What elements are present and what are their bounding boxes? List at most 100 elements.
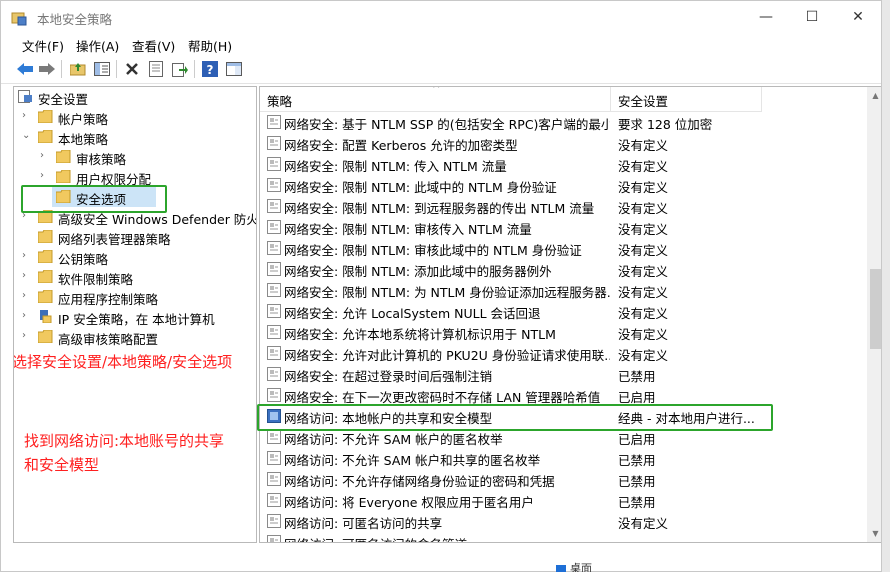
navigation-tree-pane[interactable]: 安全设置 › 帐户策略 ⌄ 本地策略 › 审核策略 › 用户权限分配 安全选项 … [13,86,257,543]
policy-list-pane[interactable]: 策略 ^ 安全设置 网络安全: 基于 NTLM SSP 的(包括安全 RPC)客… [259,86,881,543]
panel-icon[interactable] [224,59,244,79]
close-button[interactable]: ✕ [835,1,881,33]
delete-icon[interactable] [122,59,142,79]
policy-row[interactable]: 网络安全: 允许对此计算机的 PKU2U 身份验证请求使用联... 没有定义 [260,343,866,364]
policy-name: 网络安全: 限制 NTLM: 为 NTLM 身份验证添加远程服务器... [284,285,610,300]
policy-row[interactable]: 网络访问: 将 Everyone 权限应用于匿名用户 已禁用 [260,490,866,511]
policy-setting: 没有定义 [618,264,669,279]
title-bar[interactable]: 本地安全策略 — ☐ ✕ [1,1,881,33]
chevron-right-icon[interactable]: › [40,150,50,162]
chevron-right-icon[interactable]: › [22,110,32,122]
policy-row[interactable]: 网络安全: 限制 NTLM: 审核传入 NTLM 流量 没有定义 [260,217,866,238]
policy-row[interactable]: 网络安全: 允许本地系统将计算机标识用于 NTLM 没有定义 [260,322,866,343]
policy-icon [267,136,281,150]
policy-name: 网络安全: 限制 NTLM: 添加此域中的服务器例外 [284,264,552,279]
policy-setting: 没有定义 [618,222,669,237]
chevron-right-icon[interactable]: › [22,310,32,322]
policy-row[interactable]: 网络安全: 在超过登录时间后强制注销 已禁用 [260,364,866,385]
policy-row[interactable]: 网络安全: 在下一次更改密码时不存储 LAN 管理器哈希值 已启用 [260,385,866,406]
policy-icon [267,325,281,339]
folder-icon [38,230,53,243]
policy-name: 网络访问: 不允许存储网络身份验证的密码和凭据 [284,474,555,489]
policy-icon [267,304,281,318]
properties-icon[interactable] [146,59,166,79]
back-icon[interactable] [15,59,35,79]
chevron-right-icon[interactable]: › [22,330,32,342]
chevron-right-icon[interactable]: › [22,290,32,302]
policy-setting: 已禁用 [618,369,656,384]
policy-row[interactable]: 网络安全: 限制 NTLM: 此域中的 NTLM 身份验证 没有定义 [260,175,866,196]
policy-row[interactable]: 网络访问: 可匿名访问的命名管道 [260,532,866,542]
policy-row[interactable]: 网络访问: 不允许存储网络身份验证的密码和凭据 已禁用 [260,469,866,490]
policy-icon [267,367,281,381]
annotation-step2-line1: 找到网络访问:本地账号的共享 [24,432,225,450]
folder-icon [38,270,53,283]
folder-icon [56,170,71,183]
scroll-up-icon[interactable]: ▲ [867,87,881,104]
help-icon[interactable]: ? [200,59,220,79]
policy-row[interactable]: 网络安全: 限制 NTLM: 传入 NTLM 流量 没有定义 [260,154,866,175]
highlight-box-sharing-model [257,404,773,431]
policy-name: 网络安全: 允许对此计算机的 PKU2U 身份验证请求使用联... [284,348,610,363]
policy-row[interactable]: 网络安全: 限制 NTLM: 到远程服务器的传出 NTLM 流量 没有定义 [260,196,866,217]
chevron-right-icon[interactable]: › [22,270,32,282]
folder-icon [38,250,53,263]
forward-icon[interactable] [37,59,57,79]
policy-name: 网络安全: 配置 Kerberos 允许的加密类型 [284,138,518,153]
policy-name: 网络安全: 限制 NTLM: 到远程服务器的传出 NTLM 流量 [284,201,595,216]
policy-name: 网络安全: 限制 NTLM: 此域中的 NTLM 身份验证 [284,180,557,195]
sort-caret-icon: ^ [432,86,441,95]
scroll-down-icon[interactable]: ▼ [867,525,881,542]
policy-name: 网络安全: 在超过登录时间后强制注销 [284,369,493,384]
policy-row[interactable]: 网络安全: 允许 LocalSystem NULL 会话回退 没有定义 [260,301,866,322]
policy-row[interactable]: 网络访问: 不允许 SAM 帐户和共享的匿名枚举 已禁用 [260,448,866,469]
show-hide-tree-icon[interactable] [92,59,112,79]
export-icon[interactable] [170,59,190,79]
policy-icon [267,472,281,486]
policy-icon [267,535,281,542]
policy-setting: 已禁用 [618,495,656,510]
toolbar-separator [61,60,62,78]
folder-icon [38,330,53,343]
policy-name: 网络访问: 不允许 SAM 帐户的匿名枚举 [284,432,503,447]
chevron-down-icon[interactable]: ⌄ [22,130,32,142]
policy-row[interactable]: 网络安全: 限制 NTLM: 审核此域中的 NTLM 身份验证 没有定义 [260,238,866,259]
policy-setting: 没有定义 [618,180,669,195]
toolbar-separator [116,60,117,78]
policy-icon [267,514,281,528]
policy-setting: 没有定义 [618,138,669,153]
policy-row[interactable]: 网络安全: 基于 NTLM SSP 的(包括安全 RPC)客户端的最小... 要求… [260,112,866,133]
folder-icon [38,110,53,123]
policy-setting: 已禁用 [618,453,656,468]
chevron-right-icon[interactable]: › [40,170,50,182]
minimize-button[interactable]: — [743,1,789,33]
up-folder-icon[interactable] [68,59,88,79]
maximize-button[interactable]: ☐ [789,1,835,33]
column-header-setting[interactable]: 安全设置 [611,87,762,112]
folder-open-icon [38,130,53,143]
policy-row[interactable]: 网络访问: 可匿名访问的共享 没有定义 [260,511,866,532]
menu-action[interactable]: 操作(A) [76,36,119,55]
policy-row[interactable]: 网络安全: 配置 Kerberos 允许的加密类型 没有定义 [260,133,866,154]
policy-row[interactable]: 网络安全: 限制 NTLM: 添加此域中的服务器例外 没有定义 [260,259,866,280]
menu-view[interactable]: 查看(V) [132,36,175,55]
column-header-policy[interactable]: 策略 ^ [260,87,611,112]
menu-file[interactable]: 文件(F) [22,36,64,55]
policy-setting: 要求 128 位加密 [618,117,713,132]
policy-name: 网络安全: 允许 LocalSystem NULL 会话回退 [284,306,541,321]
desktop-icon [556,564,566,572]
policy-icon [267,262,281,276]
window-title: 本地安全策略 [37,12,113,27]
policy-name: 网络访问: 不允许 SAM 帐户和共享的匿名枚举 [284,453,541,468]
menu-help[interactable]: 帮助(H) [188,36,232,55]
scroll-thumb[interactable] [870,269,881,349]
chevron-right-icon[interactable]: › [22,250,32,262]
policy-icon [267,157,281,171]
menu-bar: 文件(F) 操作(A) 查看(V) 帮助(H) [1,33,881,55]
policy-icon [267,430,281,444]
policy-icon [267,220,281,234]
vertical-scrollbar[interactable]: ▲ ▼ [867,87,881,542]
policy-row[interactable]: 网络安全: 限制 NTLM: 为 NTLM 身份验证添加远程服务器... 没有定义 [260,280,866,301]
security-settings-icon [18,90,32,103]
policy-name: 网络安全: 限制 NTLM: 审核传入 NTLM 流量 [284,222,532,237]
